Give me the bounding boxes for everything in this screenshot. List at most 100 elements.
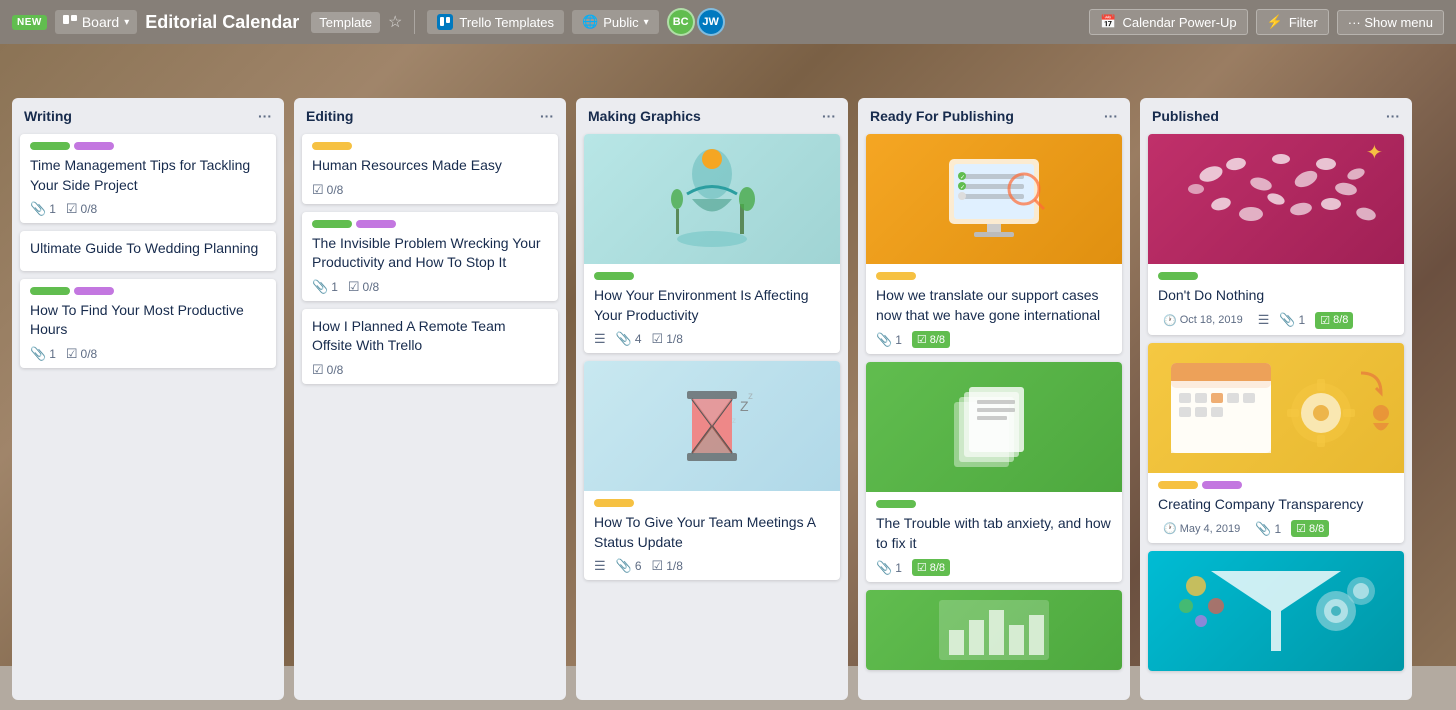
clip-icon: 📎 — [876, 332, 892, 348]
card-e1[interactable]: Human Resources Made Easy ☑ 0/8 — [302, 134, 558, 204]
clip-value: 1 — [331, 280, 338, 294]
card-w1[interactable]: Time Management Tips for Tackling Your S… — [20, 134, 276, 223]
column-menu-icon[interactable]: ··· — [258, 108, 272, 124]
card-p1-body: Don't Do Nothing 🕐 Oct 18, 2019 ☰ 📎 1 — [1148, 264, 1404, 335]
card-w3[interactable]: How To Find Your Most Productive Hours 📎… — [20, 279, 276, 368]
card-w2[interactable]: Ultimate Guide To Wedding Planning — [20, 231, 276, 271]
clip-value: 1 — [1299, 313, 1306, 327]
column-making-graphics-header: Making Graphics ··· — [576, 98, 848, 130]
column-menu-icon[interactable]: ··· — [1386, 108, 1400, 124]
card-e3-title: How I Planned A Remote Team Offsite With… — [312, 317, 548, 356]
column-published-header: Published ··· — [1140, 98, 1412, 130]
card-mg2-image: Z z z — [584, 361, 840, 491]
card-mg1[interactable]: How Your Environment Is Affecting Your P… — [584, 134, 840, 353]
board-button[interactable]: Board ▾ — [55, 10, 137, 34]
column-editing-title: Editing — [306, 108, 353, 124]
meta-clip: 📎 4 — [616, 331, 642, 347]
label-green — [30, 142, 70, 150]
label-yellow — [594, 499, 634, 507]
check-value: 8/8 — [1333, 314, 1348, 326]
check-icon: ☑ — [312, 182, 324, 198]
show-menu-button[interactable]: ··· Show menu — [1337, 10, 1444, 35]
card-mg1-title: How Your Environment Is Affecting Your P… — [594, 286, 830, 325]
meta-check: ☑ 0/8 — [66, 201, 97, 217]
clip-icon: 📎 — [30, 201, 46, 217]
check-value: 8/8 — [930, 562, 945, 574]
calendar-power-up-button[interactable]: 📅 Calendar Power-Up — [1089, 9, 1247, 35]
card-p2-title: Creating Company Transparency — [1158, 495, 1394, 515]
column-menu-icon[interactable]: ··· — [540, 108, 554, 124]
avatar-jw[interactable]: JW — [697, 8, 725, 36]
filter-button[interactable]: ⚡ Filter — [1256, 9, 1329, 35]
svg-text:✓: ✓ — [960, 175, 965, 181]
check-value: 8/8 — [1309, 523, 1324, 535]
check-icon: ☑ — [312, 362, 324, 378]
card-e1-labels — [312, 142, 548, 150]
computer-illustration: ✓ ✓ — [929, 144, 1059, 254]
card-rfp1-image: ✓ ✓ — [866, 134, 1122, 264]
card-e2[interactable]: The Invisible Problem Wrecking Your Prod… — [302, 212, 558, 301]
check-value: 0/8 — [327, 363, 344, 377]
label-yellow — [1158, 481, 1198, 489]
card-rfp2[interactable]: The Trouble with tab anxiety, and how to… — [866, 362, 1122, 582]
card-p1[interactable]: ✦ Don't Do Nothing 🕐 Oct 18, 2019 — [1148, 134, 1404, 335]
checklist-badge-green: ☑ 8/8 — [912, 331, 950, 348]
card-p2-labels — [1158, 481, 1394, 489]
trello-templates-label: Trello Templates — [459, 15, 554, 30]
label-green — [312, 220, 352, 228]
card-rfp1-body: How we translate our support cases now t… — [866, 264, 1122, 354]
meta-clip: 📎 1 — [30, 201, 56, 217]
clip-value: 1 — [895, 561, 902, 575]
meta-clip: 📎 6 — [616, 558, 642, 574]
check-value: 1/8 — [666, 559, 683, 573]
column-menu-icon[interactable]: ··· — [822, 108, 836, 124]
card-mg1-image — [584, 134, 840, 264]
trello-templates-button[interactable]: Trello Templates — [427, 10, 564, 34]
meta-check: ☑ 0/8 — [312, 182, 343, 198]
card-rfp3[interactable] — [866, 590, 1122, 670]
column-rfp-body: ✓ ✓ How we — [858, 130, 1130, 700]
star-icon[interactable]: ☆ — [388, 12, 402, 32]
card-w1-body: Time Management Tips for Tackling Your S… — [20, 134, 276, 223]
card-w1-labels — [30, 142, 266, 150]
card-p3[interactable] — [1148, 551, 1404, 671]
column-menu-icon[interactable]: ··· — [1104, 108, 1118, 124]
meta-check: ☑ 0/8 — [66, 346, 97, 362]
clock-icon: 🕐 — [1163, 314, 1177, 327]
column-published: Published ··· — [1140, 98, 1412, 700]
card-p1-image: ✦ — [1148, 134, 1404, 264]
card-e3[interactable]: How I Planned A Remote Team Offsite With… — [302, 309, 558, 384]
clip-icon: 📎 — [616, 331, 632, 347]
label-purple — [74, 287, 114, 295]
card-p2-image — [1148, 343, 1404, 473]
public-button[interactable]: 🌐 Public ▾ — [572, 10, 659, 34]
desc-icon: ☰ — [594, 331, 606, 347]
column-making-graphics-body: How Your Environment Is Affecting Your P… — [576, 130, 848, 700]
card-rfp1-title: How we translate our support cases now t… — [876, 286, 1112, 325]
card-mg2[interactable]: Z z z How To Give Your Team Meetings A S… — [584, 361, 840, 580]
check-icon: ☑ — [652, 331, 664, 347]
card-p1-title: Don't Do Nothing — [1158, 286, 1394, 306]
check-icon: ☑ — [348, 279, 360, 295]
avatar-group: BC JW — [667, 8, 725, 36]
check-icon: ☑ — [1320, 314, 1330, 327]
date-value: Oct 18, 2019 — [1180, 314, 1243, 326]
card-rfp1[interactable]: ✓ ✓ How we — [866, 134, 1122, 354]
card-rfp2-labels — [876, 500, 1112, 508]
new-badge: NEW — [12, 15, 47, 30]
label-green — [1158, 272, 1198, 280]
column-editing-body: Human Resources Made Easy ☑ 0/8 T — [294, 130, 566, 700]
meta-check: ☑ 0/8 — [348, 279, 379, 295]
board-label: Board — [82, 14, 119, 30]
svg-text:✓: ✓ — [960, 185, 965, 191]
board: Writing ··· Time Management Tips for Tac… — [0, 88, 1456, 710]
label-green — [30, 287, 70, 295]
svg-text:z: z — [732, 416, 736, 425]
trello-icon — [437, 14, 453, 30]
card-p2[interactable]: Creating Company Transparency 🕐 May 4, 2… — [1148, 343, 1404, 544]
public-label: Public — [603, 15, 638, 30]
avatar-bc[interactable]: BC — [667, 8, 695, 36]
date-value: May 4, 2019 — [1180, 523, 1241, 535]
check-icon: ☑ — [917, 333, 927, 346]
template-button[interactable]: Template — [311, 12, 380, 33]
